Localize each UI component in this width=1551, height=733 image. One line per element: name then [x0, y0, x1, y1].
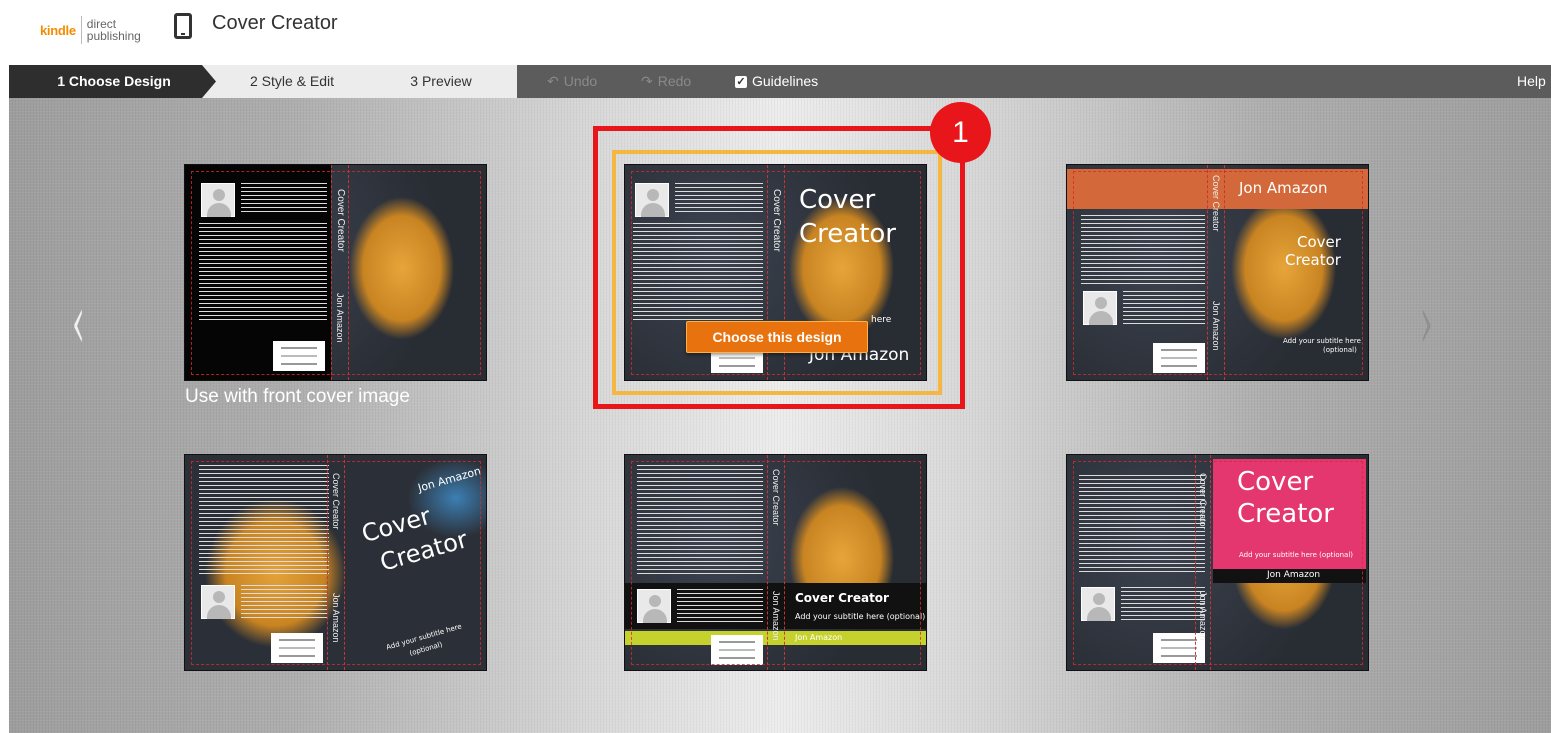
- bleed-guideline: [1073, 461, 1363, 665]
- help-link[interactable]: Help: [1517, 65, 1546, 98]
- redo-button[interactable]: ↷ Redo: [641, 65, 691, 98]
- step-preview[interactable]: 3 Preview: [365, 65, 517, 98]
- tablet-icon: [174, 13, 192, 39]
- design-thumbnail-4[interactable]: Cover Creator Jon Amazon Jon Amazon Cove…: [184, 454, 487, 671]
- toolbar: 1 Choose Design 2 Style & Edit 3 Preview…: [9, 65, 1551, 98]
- undo-label: Undo: [563, 73, 598, 89]
- design-thumbnail-1[interactable]: Cover Creator Jon Amazon: [184, 164, 487, 381]
- redo-icon: ↷: [641, 73, 653, 89]
- kdp-logo[interactable]: kindle direct publishing: [40, 15, 141, 45]
- guidelines-label: Guidelines: [752, 73, 819, 89]
- bleed-guideline: [631, 461, 921, 665]
- kdp-logo-kindle: kindle: [40, 22, 76, 38]
- step-style-edit[interactable]: 2 Style & Edit: [202, 65, 382, 98]
- redo-label: Redo: [657, 73, 692, 89]
- choose-this-design-button[interactable]: Choose this design: [686, 321, 868, 353]
- undo-icon: ↶: [547, 73, 559, 89]
- bleed-guideline: [191, 171, 481, 375]
- app-title: Cover Creator: [212, 12, 338, 34]
- selection-callout: [593, 126, 965, 409]
- logo-divider: [80, 16, 82, 44]
- bleed-guideline: [1073, 171, 1363, 375]
- bleed-guideline: [191, 461, 481, 665]
- design-caption: Use with front cover image: [185, 386, 410, 407]
- guidelines-toggle[interactable]: ✓ Guidelines: [735, 65, 818, 98]
- app-header: kindle direct publishing Cover Creator: [0, 0, 1551, 62]
- checkbox-checked-icon[interactable]: ✓: [735, 75, 747, 88]
- design-thumbnail-3[interactable]: Jon Amazon Cover Creator Jon Amazon Cove…: [1066, 164, 1369, 381]
- design-thumbnail-6[interactable]: Cover Creator Jon Amazon Cover Creator A…: [1066, 454, 1369, 671]
- kdp-logo-direct-publishing: direct publishing: [87, 18, 141, 42]
- undo-button[interactable]: ↶ Undo: [547, 65, 597, 98]
- step-badge: 1: [930, 102, 991, 163]
- kdp-logo-publishing: publishing: [86, 29, 141, 43]
- step-choose-design[interactable]: 1 Choose Design: [9, 65, 219, 98]
- design-thumbnail-5[interactable]: Cover Creator Jon Amazon Cover Creator A…: [624, 454, 927, 671]
- next-designs-arrow-icon[interactable]: ›: [1420, 286, 1433, 358]
- previous-designs-arrow-icon[interactable]: ‹: [72, 286, 85, 358]
